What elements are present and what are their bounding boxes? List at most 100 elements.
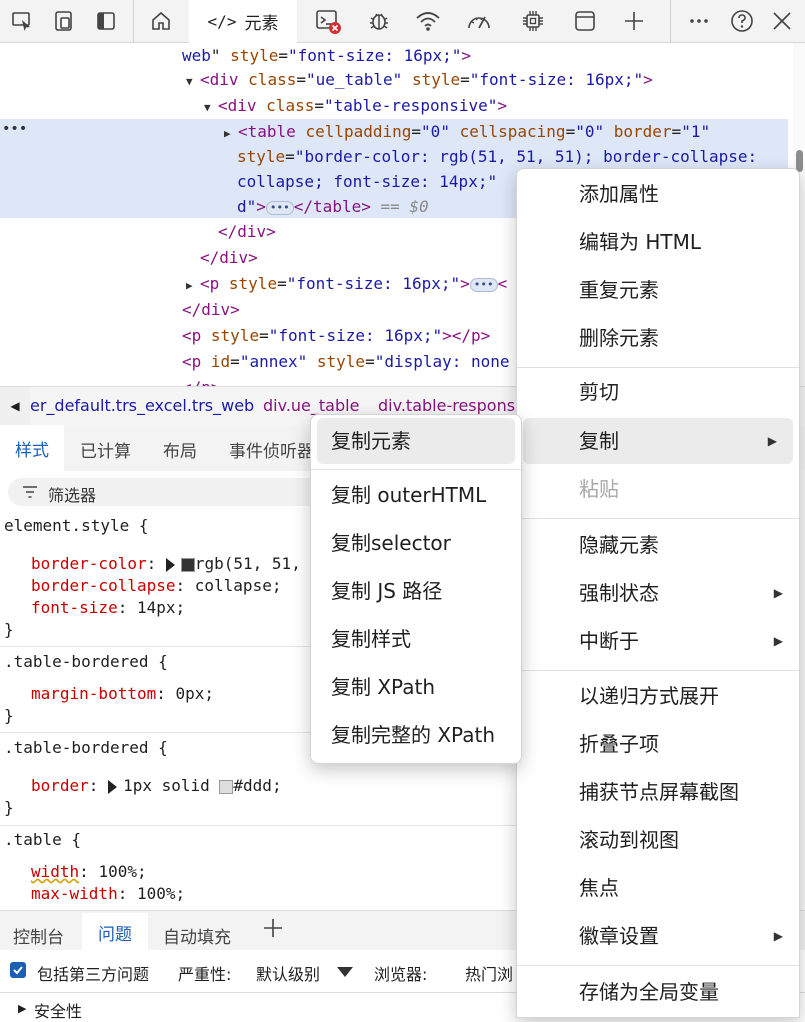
- memory-chip-icon[interactable]: [518, 6, 548, 36]
- context-menu: 添加属性 编辑为 HTML 重复元素 删除元素 剪切 复制 ▶ 粘贴 隐藏元素 强…: [516, 168, 800, 1018]
- breadcrumb-item[interactable]: div.table-responsi: [378, 396, 519, 415]
- welcome-home-icon[interactable]: [146, 6, 176, 36]
- code-icon: </>: [207, 12, 237, 31]
- filter-icon: [22, 484, 38, 504]
- rule-close: }: [4, 706, 14, 725]
- rule-close: }: [4, 798, 14, 817]
- help-icon[interactable]: [727, 6, 757, 36]
- tab-autofill[interactable]: 自动填充: [163, 923, 231, 948]
- menu-item-edit-as-html[interactable]: 编辑为 HTML: [517, 219, 799, 265]
- tab-console[interactable]: 控制台: [13, 923, 64, 948]
- copy-submenu: 复制元素 复制 outerHTML 复制selector 复制 JS 路径 复制…: [310, 414, 522, 764]
- include-third-party-checkbox[interactable]: [10, 962, 26, 978]
- menu-item-add-attribute[interactable]: 添加属性: [517, 171, 799, 217]
- console-icon[interactable]: [313, 6, 343, 36]
- menu-item-break-on[interactable]: 中断于 ▶: [517, 618, 799, 664]
- browser-select[interactable]: 热门浏: [465, 961, 513, 985]
- styles-filter[interactable]: 筛选器: [8, 478, 328, 506]
- chevron-down-icon[interactable]: [337, 967, 353, 977]
- filter-label: 筛选器: [48, 486, 97, 505]
- add-tool-icon[interactable]: [619, 6, 649, 36]
- dom-line[interactable]: </p>: [182, 375, 221, 386]
- menu-item-badge-settings[interactable]: 徽章设置 ▶: [517, 913, 799, 959]
- tab-elements[interactable]: </> 元素: [189, 0, 297, 45]
- menu-item-copy-full-xpath[interactable]: 复制完整的 XPath: [311, 712, 521, 758]
- severity-select[interactable]: 默认级别: [256, 961, 320, 985]
- declaration[interactable]: font-size: 14px;: [31, 597, 185, 619]
- declaration[interactable]: width: 100%;: [31, 861, 147, 883]
- submenu-arrow-icon: ▶: [773, 929, 783, 943]
- menu-item-duplicate-element[interactable]: 重复元素: [517, 267, 799, 313]
- dom-line[interactable]: </div>: [218, 219, 276, 245]
- menu-item-scroll-into-view[interactable]: 滚动到视图: [517, 817, 799, 863]
- menu-item-copy-selector[interactable]: 复制selector: [311, 520, 521, 566]
- close-icon[interactable]: [767, 6, 797, 36]
- menu-item-copy[interactable]: 复制 ▶: [523, 418, 793, 464]
- tab-computed[interactable]: 已计算: [80, 437, 131, 462]
- declaration[interactable]: border-collapse: collapse;: [31, 575, 281, 597]
- menu-item-copy-js-path[interactable]: 复制 JS 路径: [311, 568, 521, 614]
- inspect-icon[interactable]: [7, 6, 37, 36]
- selected-equals-dollar: == $0: [380, 197, 429, 216]
- node-actions-icon[interactable]: •••: [2, 121, 27, 137]
- dom-line-table[interactable]: ▶ <table cellpadding="0" cellspacing="0" …: [224, 119, 710, 145]
- collapsed-ellipsis[interactable]: •••: [265, 200, 294, 215]
- dom-line-ue-table[interactable]: ▼ <div class="ue_table" style="font-size:…: [186, 67, 653, 93]
- dom-line[interactable]: <p style="font-size: 16px;"></p>: [182, 323, 490, 349]
- rule-selector: element.style {: [4, 516, 149, 535]
- tab-event-listeners[interactable]: 事件侦听器: [229, 437, 314, 462]
- tab-elements-label: 元素: [244, 14, 279, 34]
- menu-item-focus[interactable]: 焦点: [517, 865, 799, 911]
- breadcrumb-scroll-left-icon[interactable]: ◀: [0, 387, 30, 425]
- dom-line[interactable]: <p id="annex" style="display: none: [182, 349, 510, 375]
- application-window-icon[interactable]: [570, 6, 600, 36]
- menu-item-cut[interactable]: 剪切: [517, 369, 799, 415]
- declaration[interactable]: margin-bottom: 0px;: [31, 683, 214, 705]
- issue-category[interactable]: 安全性: [34, 998, 82, 1022]
- devtools-toolbar: </> 元素: [0, 0, 805, 45]
- rule-selector: .table-bordered {: [4, 652, 168, 671]
- dom-line-table-style[interactable]: style="border-color: rgb(51, 51, 51); bo…: [237, 144, 757, 170]
- tab-issues[interactable]: 问题: [82, 913, 148, 951]
- tab-styles[interactable]: 样式: [0, 425, 64, 471]
- add-drawer-tab-icon[interactable]: [262, 917, 284, 944]
- declaration[interactable]: border-color: rgb(51, 51, 51): [31, 553, 339, 575]
- more-icon[interactable]: [684, 6, 714, 36]
- menu-item-capture-node-screenshot[interactable]: 捕获节点屏幕截图: [517, 769, 799, 815]
- expand-caret-icon: [108, 779, 118, 794]
- menu-item-collapse-children[interactable]: 折叠子项: [517, 721, 799, 767]
- dom-line[interactable]: </div>: [182, 297, 240, 323]
- browser-label: 浏览器:: [374, 965, 428, 984]
- submenu-arrow-icon: ▶: [773, 586, 783, 600]
- dom-line-table-close[interactable]: d"> ••• </table> == $0: [237, 194, 429, 220]
- severity-label: 严重性:: [178, 965, 232, 984]
- menu-item-hide-element[interactable]: 隐藏元素: [517, 522, 799, 568]
- collapsed-ellipsis[interactable]: •••: [469, 277, 498, 292]
- breadcrumb-item[interactable]: er_default.trs_excel.trs_web: [30, 396, 254, 415]
- dom-line-table-responsive[interactable]: ▼ <div class="table-responsive">: [204, 93, 507, 119]
- menu-item-copy-xpath[interactable]: 复制 XPath: [311, 664, 521, 710]
- menu-item-force-state[interactable]: 强制状态 ▶: [517, 570, 799, 616]
- dom-line-p[interactable]: ▶ <p style="font-size: 16px;"> ••• <: [186, 271, 507, 297]
- tab-layout[interactable]: 布局: [163, 437, 197, 462]
- expand-arrow-icon[interactable]: ▶: [18, 1002, 26, 1015]
- menu-item-expand-recursively[interactable]: 以递归方式展开: [517, 673, 799, 719]
- rule-selector: .table-bordered {: [4, 738, 168, 757]
- network-wifi-icon[interactable]: [413, 6, 443, 36]
- breadcrumb-item[interactable]: div.ue_table: [263, 396, 359, 415]
- dom-line[interactable]: web" style="font-size: 16px;">: [182, 43, 471, 69]
- menu-item-copy-outerhtml[interactable]: 复制 outerHTML: [311, 472, 521, 518]
- color-swatch: [180, 557, 195, 572]
- performance-gauge-icon[interactable]: [464, 6, 494, 36]
- dom-line-table-style2[interactable]: collapse; font-size: 14px;": [237, 169, 497, 195]
- dom-line[interactable]: </div>: [200, 245, 258, 271]
- menu-item-copy-styles[interactable]: 复制样式: [311, 616, 521, 662]
- declaration[interactable]: border: 1px solid #ddd;: [31, 775, 282, 797]
- declaration[interactable]: max-width: 100%;: [31, 883, 185, 905]
- menu-item-delete-element[interactable]: 删除元素: [517, 315, 799, 361]
- device-toolbar-icon[interactable]: [49, 6, 79, 36]
- sidebar-toggle-icon[interactable]: [91, 6, 121, 36]
- menu-item-copy-element[interactable]: 复制元素: [317, 418, 515, 464]
- menu-item-store-as-global-variable[interactable]: 存储为全局变量: [517, 969, 799, 1015]
- sources-bug-icon[interactable]: [364, 6, 394, 36]
